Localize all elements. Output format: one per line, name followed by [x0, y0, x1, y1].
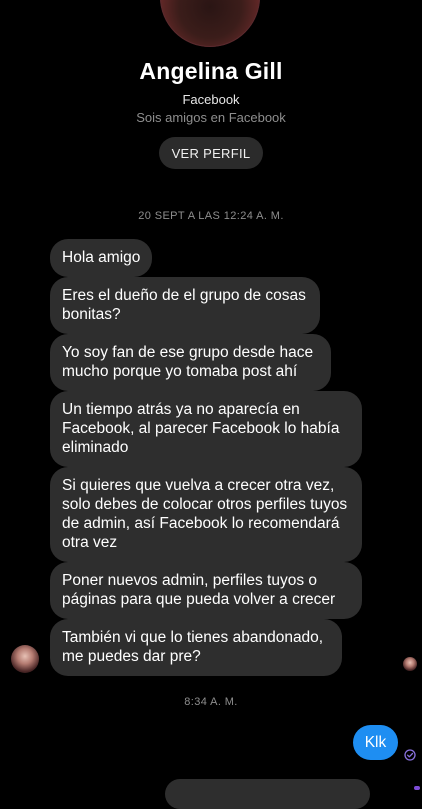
message-timestamp: 8:34 A. M.	[184, 696, 238, 708]
typing-indicator	[414, 786, 420, 790]
incoming-message[interactable]: Si quieres que vuelva a crecer otra vez,…	[50, 467, 362, 562]
profile-source: Facebook	[182, 92, 240, 107]
contact-avatar[interactable]	[11, 645, 39, 673]
message-timestamp: 20 SEPT A LAS 12:24 A. M.	[138, 210, 284, 222]
incoming-message[interactable]: Eres el dueño de el grupo de cosas bonit…	[50, 277, 320, 334]
profile-photo[interactable]	[160, 0, 260, 47]
incoming-message[interactable]: También vi que lo tienes abandonado, me …	[50, 619, 342, 676]
incoming-message[interactable]: Un tiempo atrás ya no aparecía en Facebo…	[50, 391, 362, 467]
seen-receipt-avatar	[403, 657, 417, 671]
incoming-message[interactable]: Yo soy fan de ese grupo desde hace mucho…	[50, 334, 331, 391]
incoming-message[interactable]: Poner nuevos admin, perfiles tuyos o pág…	[50, 562, 362, 619]
view-profile-button[interactable]: VER PERFIL	[159, 137, 263, 169]
incoming-message[interactable]: Hola amigo	[50, 239, 153, 277]
check-circle-icon	[404, 749, 416, 761]
profile-name: Angelina Gill	[139, 58, 283, 84]
friendship-status: Sois amigos en Facebook	[136, 110, 286, 125]
incoming-message[interactable]	[165, 779, 370, 809]
outgoing-message[interactable]: Klk	[353, 725, 398, 760]
